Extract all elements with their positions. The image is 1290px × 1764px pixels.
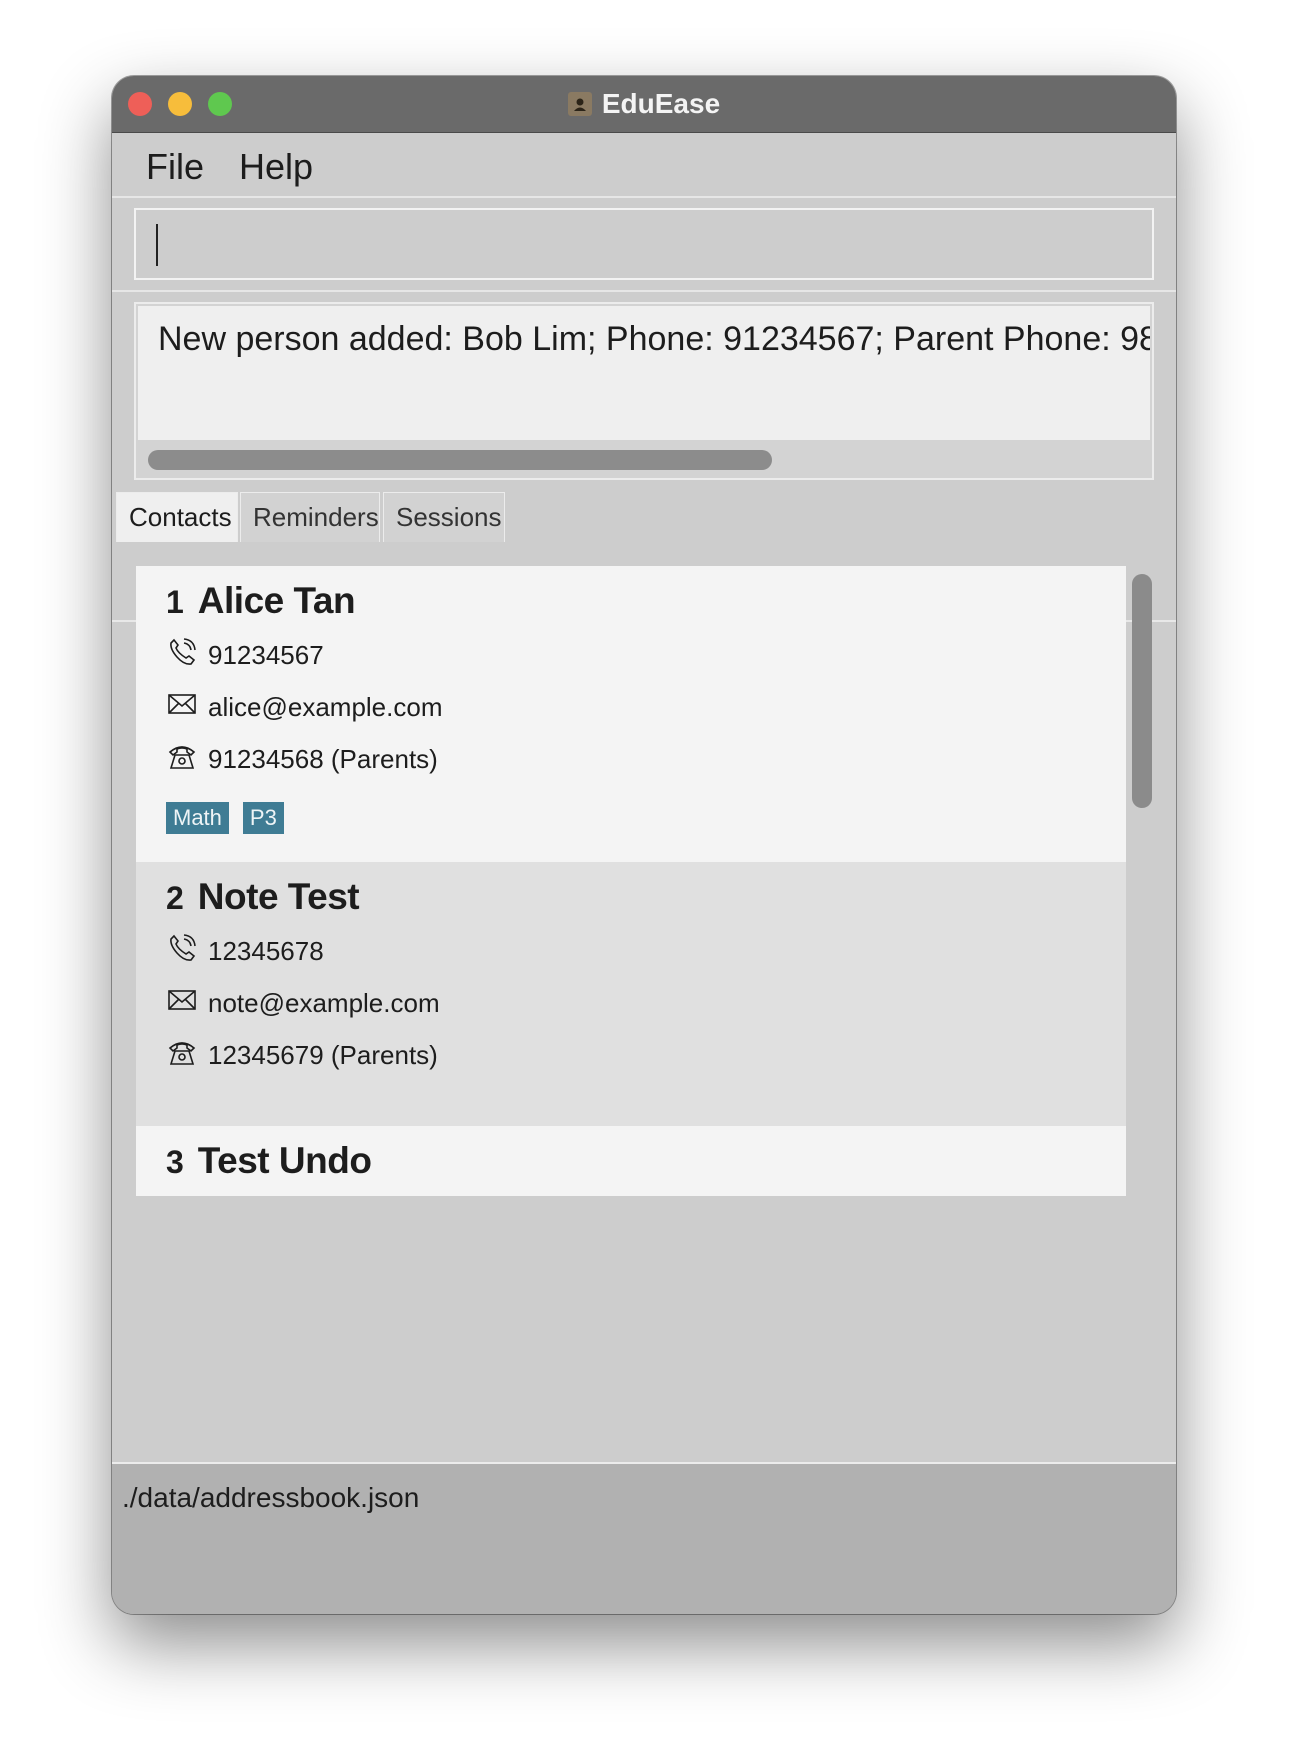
contact-card[interactable]: 1 Alice Tan 91234567 alice@example.com 9… [136, 566, 1126, 862]
save-location: ./data/addressbook.json [122, 1482, 420, 1513]
result-text-area[interactable]: New person added: Bob Lim; Phone: 912345… [138, 306, 1150, 440]
tab-sessions[interactable]: Sessions [383, 492, 505, 542]
window-title: EduEase [601, 88, 721, 119]
tab-label: Contacts [129, 502, 232, 532]
title-bar: EduEase [112, 76, 1176, 133]
email-icon [166, 984, 198, 1023]
contact-email: alice@example.com [208, 692, 443, 722]
contact-card[interactable]: 3 Test Undo [136, 1126, 1126, 1196]
result-display: New person added: Bob Lim; Phone: 912345… [134, 302, 1154, 480]
contact-name: Note Test [197, 876, 360, 917]
status-bar: ./data/addressbook.json [112, 1464, 1176, 1614]
app-window: EduEase File Help New person added: Bob … [112, 76, 1176, 1614]
phone-icon [166, 932, 198, 971]
contact-parent-phone: 91234568 (Parents) [208, 744, 438, 774]
tab-label: Reminders [253, 502, 379, 532]
divider [112, 196, 1176, 198]
tag-math: Math [166, 802, 229, 834]
text-caret [156, 224, 158, 266]
contact-name: Test Undo [197, 1140, 372, 1181]
contact-parent-phone: 12345679 (Parents) [208, 1040, 438, 1070]
tab-reminders[interactable]: Reminders [240, 492, 380, 542]
contact-list[interactable]: 1 Alice Tan 91234567 alice@example.com 9… [136, 566, 1126, 1196]
menu-help[interactable]: Help [239, 146, 313, 188]
contact-index: 3 [166, 1144, 184, 1180]
horizontal-scrollbar[interactable] [148, 450, 772, 470]
vertical-scrollbar[interactable] [1132, 574, 1152, 808]
contact-phone: 91234567 [208, 640, 324, 670]
contact-card[interactable]: 2 Note Test 12345678 note@example.com 12… [136, 862, 1126, 1126]
contact-name: Alice Tan [197, 580, 356, 621]
menu-file[interactable]: File [146, 146, 204, 188]
contact-index: 2 [166, 880, 184, 916]
parent-phone-icon [166, 1036, 198, 1075]
divider [112, 290, 1176, 292]
tab-contacts[interactable]: Contacts [116, 492, 238, 542]
email-icon [166, 688, 198, 727]
phone-icon [166, 636, 198, 675]
contact-index: 1 [166, 584, 184, 620]
contact-phone: 12345678 [208, 936, 324, 966]
parent-phone-icon [166, 740, 198, 779]
app-icon [567, 92, 592, 116]
contact-email: note@example.com [208, 988, 440, 1018]
tab-label: Sessions [396, 502, 502, 532]
command-input[interactable] [134, 208, 1154, 280]
tag-p3: P3 [242, 802, 284, 834]
result-message: New person added: Bob Lim; Phone: 912345… [158, 320, 1150, 358]
